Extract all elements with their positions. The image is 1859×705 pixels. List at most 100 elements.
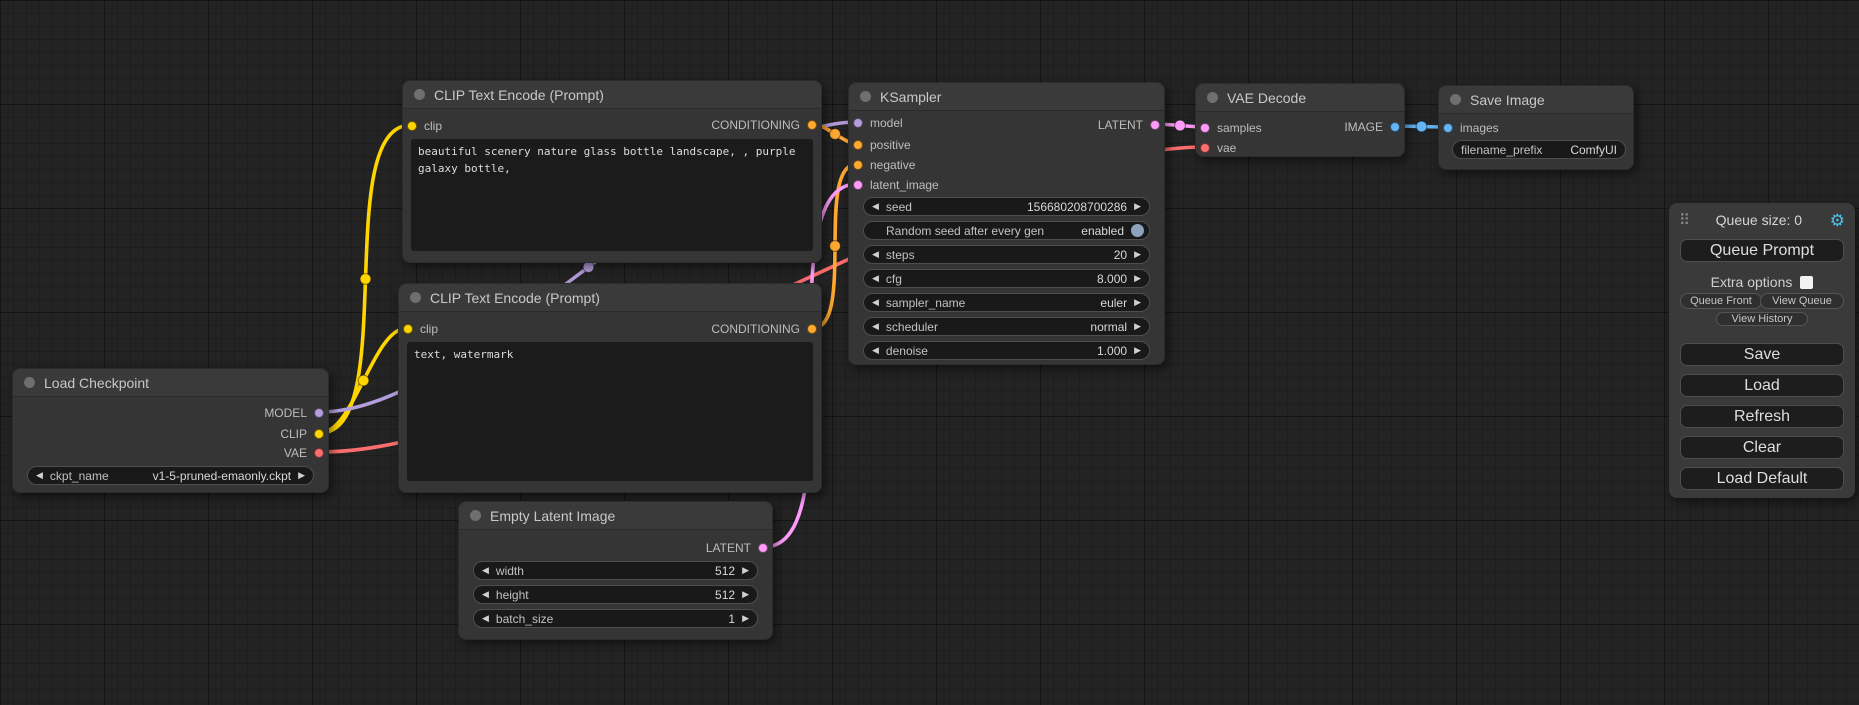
- decrement-arrow-icon[interactable]: ◀: [872, 346, 879, 355]
- widget-filename-prefix[interactable]: filename_prefixComfyUI: [1452, 140, 1626, 159]
- port-dot-clip[interactable]: [407, 121, 417, 131]
- increment-arrow-icon[interactable]: ▶: [1134, 346, 1141, 355]
- port-dot-vae[interactable]: [314, 448, 324, 458]
- view-history-button[interactable]: View History: [1716, 312, 1808, 326]
- save-button[interactable]: Save: [1680, 343, 1844, 366]
- decrement-arrow-icon[interactable]: ◀: [872, 202, 879, 211]
- output-port-vae[interactable]: VAE: [284, 446, 324, 460]
- decrement-arrow-icon[interactable]: ◀: [872, 250, 879, 259]
- increment-arrow-icon[interactable]: ▶: [742, 614, 749, 623]
- widget-cfg[interactable]: ◀cfg8.000▶: [863, 269, 1150, 288]
- port-dot-model[interactable]: [314, 408, 324, 418]
- port-dot-image[interactable]: [1390, 122, 1400, 132]
- node-save-image[interactable]: Save Image images filename_prefixComfyUI: [1438, 85, 1634, 170]
- increment-arrow-icon[interactable]: ▶: [742, 590, 749, 599]
- collapse-dot-icon[interactable]: [1207, 92, 1218, 103]
- increment-arrow-icon[interactable]: ▶: [298, 471, 305, 480]
- increment-arrow-icon[interactable]: ▶: [1134, 322, 1141, 331]
- clear-button[interactable]: Clear: [1680, 436, 1844, 459]
- node-vae-decode[interactable]: VAE Decode samples vae IMAGE: [1195, 83, 1405, 157]
- view-queue-button[interactable]: View Queue: [1760, 293, 1844, 309]
- input-port-positive[interactable]: positive: [853, 138, 911, 152]
- widget-denoise[interactable]: ◀denoise1.000▶: [863, 341, 1150, 360]
- node-titlebar[interactable]: VAE Decode: [1196, 84, 1404, 112]
- output-port-latent[interactable]: LATENT: [706, 541, 768, 555]
- output-port-image[interactable]: IMAGE: [1344, 120, 1400, 134]
- node-clip-text-encode-positive[interactable]: CLIP Text Encode (Prompt) clip CONDITION…: [402, 80, 822, 263]
- port-dot-image[interactable]: [1443, 123, 1453, 133]
- prompt-text-area[interactable]: beautiful scenery nature glass bottle la…: [411, 139, 813, 251]
- output-port-conditioning[interactable]: CONDITIONING: [711, 118, 817, 132]
- increment-arrow-icon[interactable]: ▶: [1134, 202, 1141, 211]
- port-dot-conditioning[interactable]: [807, 120, 817, 130]
- refresh-button[interactable]: Refresh: [1680, 405, 1844, 428]
- node-clip-text-encode-negative[interactable]: CLIP Text Encode (Prompt) clip CONDITION…: [398, 283, 822, 493]
- port-dot-latent[interactable]: [1200, 123, 1210, 133]
- input-port-negative[interactable]: negative: [853, 158, 915, 172]
- node-empty-latent-image[interactable]: Empty Latent Image LATENT ◀width512▶ ◀hei…: [458, 501, 773, 640]
- increment-arrow-icon[interactable]: ▶: [742, 566, 749, 575]
- increment-arrow-icon[interactable]: ▶: [1134, 298, 1141, 307]
- node-ksampler[interactable]: KSampler model positive negative latent_…: [848, 82, 1165, 365]
- input-port-latent-image[interactable]: latent_image: [853, 178, 939, 192]
- port-dot-latent[interactable]: [758, 543, 768, 553]
- input-port-clip[interactable]: clip: [403, 322, 438, 336]
- input-port-samples[interactable]: samples: [1200, 121, 1262, 135]
- toggle-icon[interactable]: [1131, 224, 1144, 237]
- increment-arrow-icon[interactable]: ▶: [1134, 274, 1141, 283]
- port-dot-clip[interactable]: [403, 324, 413, 334]
- collapse-dot-icon[interactable]: [414, 89, 425, 100]
- collapse-dot-icon[interactable]: [1450, 94, 1461, 105]
- decrement-arrow-icon[interactable]: ◀: [872, 298, 879, 307]
- decrement-arrow-icon[interactable]: ◀: [36, 471, 43, 480]
- widget-steps[interactable]: ◀steps20▶: [863, 245, 1150, 264]
- node-load-checkpoint[interactable]: Load Checkpoint MODEL CLIP VAE ◀ckpt_nam…: [12, 368, 329, 493]
- decrement-arrow-icon[interactable]: ◀: [482, 590, 489, 599]
- output-port-model[interactable]: MODEL: [264, 406, 324, 420]
- collapse-dot-icon[interactable]: [24, 377, 35, 388]
- input-port-model[interactable]: model: [853, 116, 903, 130]
- settings-gear-icon[interactable]: ⚙: [1830, 212, 1845, 229]
- widget-scheduler[interactable]: ◀schedulernormal▶: [863, 317, 1150, 336]
- node-titlebar[interactable]: Save Image: [1439, 86, 1633, 114]
- output-port-conditioning[interactable]: CONDITIONING: [711, 322, 817, 336]
- collapse-dot-icon[interactable]: [410, 292, 421, 303]
- node-titlebar[interactable]: KSampler: [849, 83, 1164, 111]
- decrement-arrow-icon[interactable]: ◀: [872, 274, 879, 283]
- port-dot-conditioning[interactable]: [853, 140, 863, 150]
- widget-height[interactable]: ◀height512▶: [473, 585, 758, 604]
- load-default-button[interactable]: Load Default: [1680, 467, 1844, 490]
- widget-sampler-name[interactable]: ◀sampler_nameeuler▶: [863, 293, 1150, 312]
- load-button[interactable]: Load: [1680, 374, 1844, 397]
- collapse-dot-icon[interactable]: [470, 510, 481, 521]
- port-dot-clip[interactable]: [314, 429, 324, 439]
- input-port-clip[interactable]: clip: [407, 119, 442, 133]
- prompt-text-area[interactable]: text, watermark: [407, 342, 813, 481]
- node-titlebar[interactable]: CLIP Text Encode (Prompt): [403, 81, 821, 109]
- queue-prompt-button[interactable]: Queue Prompt: [1680, 239, 1844, 262]
- port-dot-conditioning[interactable]: [853, 160, 863, 170]
- node-titlebar[interactable]: Load Checkpoint: [13, 369, 328, 397]
- increment-arrow-icon[interactable]: ▶: [1134, 250, 1141, 259]
- decrement-arrow-icon[interactable]: ◀: [482, 614, 489, 623]
- port-dot-latent[interactable]: [853, 180, 863, 190]
- widget-seed[interactable]: ◀seed156680208700286▶: [863, 197, 1150, 216]
- collapse-dot-icon[interactable]: [860, 91, 871, 102]
- output-port-latent[interactable]: LATENT: [1098, 118, 1160, 132]
- extra-options-checkbox[interactable]: [1800, 276, 1813, 289]
- node-titlebar[interactable]: CLIP Text Encode (Prompt): [399, 284, 821, 312]
- decrement-arrow-icon[interactable]: ◀: [872, 322, 879, 331]
- widget-batch-size[interactable]: ◀batch_size1▶: [473, 609, 758, 628]
- queue-front-button[interactable]: Queue Front: [1680, 293, 1762, 309]
- widget-random-seed-after-every-gen[interactable]: Random seed after every genenabled: [863, 221, 1150, 240]
- widget-ckpt-name[interactable]: ◀ckpt_namev1-5-pruned-emaonly.ckpt▶: [27, 466, 314, 485]
- node-titlebar[interactable]: Empty Latent Image: [459, 502, 772, 530]
- widget-width[interactable]: ◀width512▶: [473, 561, 758, 580]
- port-dot-latent[interactable]: [1150, 120, 1160, 130]
- output-port-clip[interactable]: CLIP: [280, 427, 324, 441]
- input-port-vae[interactable]: vae: [1200, 141, 1236, 155]
- input-port-images[interactable]: images: [1443, 121, 1499, 135]
- port-dot-model[interactable]: [853, 118, 863, 128]
- port-dot-vae[interactable]: [1200, 143, 1210, 153]
- decrement-arrow-icon[interactable]: ◀: [482, 566, 489, 575]
